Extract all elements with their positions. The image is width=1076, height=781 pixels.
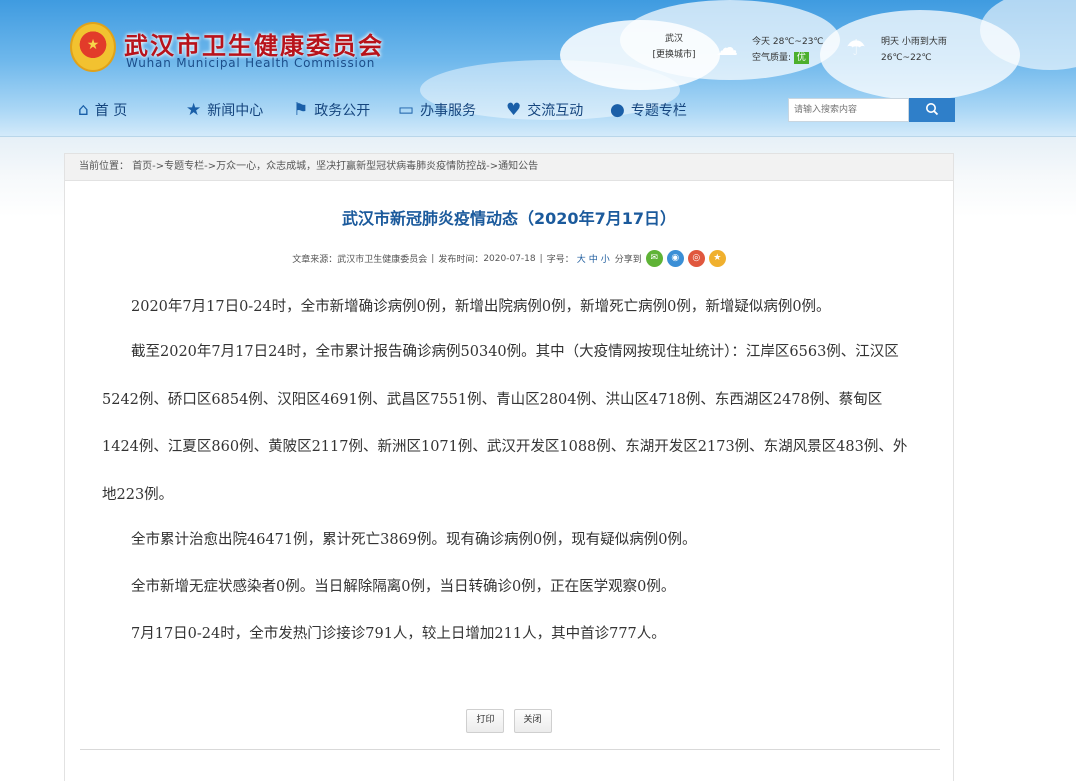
monitor-icon: ▭ xyxy=(398,100,415,120)
share-label: 分享到 xyxy=(614,255,642,265)
nav-item-news[interactable]: ★ 新闻中心 xyxy=(186,100,263,120)
home-icon: ⌂ xyxy=(78,100,89,120)
nav-item-home[interactable]: ⌂ 首 页 xyxy=(78,100,127,120)
nav-item-label: 新闻中心 xyxy=(207,103,264,119)
source-value: 武汉市卫生健康委员会 xyxy=(337,255,428,265)
date-value: 2020-07-18 xyxy=(483,253,536,264)
weather-city: 武汉 [更换城市] xyxy=(652,31,696,63)
font-size-medium-link[interactable]: 中 xyxy=(589,252,598,265)
qq-share-icon[interactable]: ◉ xyxy=(666,250,684,267)
search-input[interactable] xyxy=(788,98,909,122)
nav-item-label: 交流互动 xyxy=(527,103,584,119)
source-label: 文章来源： xyxy=(292,255,338,265)
nav-item-label: 政务公开 xyxy=(314,103,371,119)
air-quality-badge: 优 xyxy=(793,52,809,64)
article-body: 2020年7月17日0-24时，全市新增确诊病例0例，新增出院病例0例，新增死亡… xyxy=(102,294,912,668)
breadcrumb-prefix: 当前位置： xyxy=(79,161,129,172)
article-paragraph: 2020年7月17日0-24时，全市新增确诊病例0例，新增出院病例0例，新增死亡… xyxy=(131,299,831,315)
weather-today: 今天 28℃~23℃ 空气质量: 优 xyxy=(752,34,824,66)
article-meta: 文章来源： 武汉市卫生健康委员会 | 发布时间： 2020-07-18 | 字号… xyxy=(65,250,953,267)
article-paragraph: 截至2020年7月17日24时，全市累计报告确诊病例50340例。其中（大疫情网… xyxy=(102,344,908,503)
nav-item-services[interactable]: ▭ 办事服务 xyxy=(398,100,476,120)
font-size-small-link[interactable]: 小 xyxy=(601,252,610,265)
bottom-divider xyxy=(80,749,940,750)
change-city-link[interactable]: [更换城市] xyxy=(652,47,696,63)
qzone-share-icon[interactable]: ★ xyxy=(708,250,726,267)
article-title: 武汉市新冠肺炎疫情动态（2020年7月17日） xyxy=(342,209,676,228)
breadcrumb: 当前位置： 首页->专题专栏->万众一心，众志成城，坚决打赢新型冠状病毒肺炎疫情… xyxy=(64,153,954,181)
site-subtitle: Wuhan Municipal Health Commission xyxy=(126,56,376,70)
weather-tomorrow: 明天 小雨到大雨 26℃~22℃ xyxy=(881,34,947,66)
article-actions: 打印 关闭 xyxy=(65,707,953,733)
weibo-share-icon[interactable]: ◎ xyxy=(687,250,705,267)
font-size-label: 字号： xyxy=(546,255,574,265)
nav-item-special-topics[interactable]: ● 专题专栏 xyxy=(610,100,687,120)
air-quality: 空气质量: 优 xyxy=(752,50,824,66)
article-paragraph: 全市累计治愈出院46471例，累计死亡3869例。现有确诊病例0例，现有疑似病例… xyxy=(131,532,697,548)
weather-tomorrow-temp: 26℃~22℃ xyxy=(881,53,932,63)
air-quality-label: 空气质量: xyxy=(752,53,792,63)
article-paragraph: 7月17日0-24时，全市发热门诊接诊791人，较上日增加211人，其中首诊77… xyxy=(131,626,666,642)
wechat-share-icon[interactable]: ✉ xyxy=(645,250,663,267)
date-label: 发布时间： xyxy=(438,255,484,265)
flag-icon: ⚑ xyxy=(293,100,309,120)
nav-item-label: 专题专栏 xyxy=(630,103,687,119)
cloudy-weather-icon: ☁ xyxy=(716,36,738,61)
article: 武汉市新冠肺炎疫情动态（2020年7月17日） 文章来源： 武汉市卫生健康委员会… xyxy=(64,181,954,781)
site-header: ★ 武汉市卫生健康委员会 Wuhan Municipal Health Comm… xyxy=(0,0,1076,137)
nav-item-government[interactable]: ⚑ 政务公开 xyxy=(293,100,370,120)
meta-divider: | xyxy=(539,253,543,264)
weather-city-name: 武汉 xyxy=(664,34,683,44)
weather-today-text: 今天 28℃~23℃ xyxy=(752,37,824,47)
weather-tomorrow-text: 明天 小雨到大雨 xyxy=(881,37,947,47)
nav-item-interaction[interactable]: ♥ 交流互动 xyxy=(506,100,583,120)
search-button[interactable] xyxy=(909,98,955,122)
national-emblem-logo: ★ xyxy=(70,22,116,72)
rain-weather-icon: ☂ xyxy=(846,36,866,61)
article-paragraph: 全市新增无症状感染者0例。当日解除隔离0例，当日转确诊0例，正在医学观察0例。 xyxy=(131,579,676,595)
star-icon: ★ xyxy=(186,100,202,120)
heart-icon: ♥ xyxy=(506,100,522,120)
font-size-large-link[interactable]: 大 xyxy=(577,252,586,265)
nav-item-label: 办事服务 xyxy=(420,103,477,119)
chat-icon: ● xyxy=(610,100,625,120)
print-button[interactable]: 打印 xyxy=(466,709,505,733)
breadcrumb-path[interactable]: 首页->专题专栏->万众一心，众志成城，坚决打赢新型冠状病毒肺炎疫情防控战->通… xyxy=(132,161,538,172)
meta-divider: | xyxy=(431,253,435,264)
search-icon xyxy=(926,102,939,115)
close-button[interactable]: 关闭 xyxy=(513,709,552,733)
nav-item-label: 首 页 xyxy=(94,103,128,119)
